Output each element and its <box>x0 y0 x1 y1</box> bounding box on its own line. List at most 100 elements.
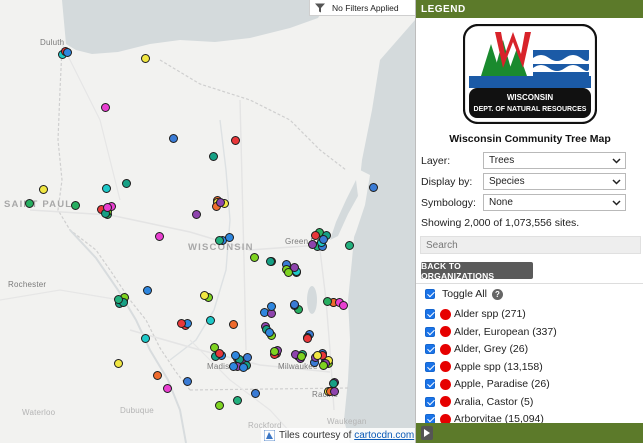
map-label-duluth: Duluth <box>40 38 65 47</box>
tree-site-marker[interactable] <box>62 47 72 57</box>
tree-site-marker[interactable] <box>141 333 151 343</box>
map-label-waukegan: Waukegan <box>327 417 367 426</box>
species-checkbox[interactable] <box>425 396 435 407</box>
layer-select-value: Trees <box>489 155 515 166</box>
tree-site-marker[interactable] <box>182 376 192 386</box>
tree-site-marker[interactable] <box>153 370 163 380</box>
filter-status-text: No Filters Applied <box>332 2 399 13</box>
display-by-label: Display by: <box>421 175 473 188</box>
species-checkbox[interactable] <box>425 309 435 319</box>
help-icon[interactable]: ? <box>491 288 503 300</box>
tree-site-marker[interactable] <box>140 54 150 64</box>
species-item[interactable]: Arborvitae (15,094) <box>425 413 544 423</box>
tree-site-marker[interactable] <box>269 346 279 356</box>
search-placeholder: Search <box>426 239 458 251</box>
legend-panel: LEGEND WISCONSIN DEPT. OF NATURAL RESOUR… <box>415 0 643 443</box>
legend-header: LEGEND <box>416 0 643 18</box>
species-item[interactable]: Alder, European (337) <box>425 326 557 338</box>
species-label: Aralia, Castor (5) <box>454 395 534 408</box>
tree-site-marker[interactable] <box>297 351 307 361</box>
lake-winnebago <box>307 286 317 314</box>
tree-site-marker[interactable] <box>24 199 34 209</box>
species-list[interactable]: Toggle All ? Alder spp (271) Alder, Europ… <box>416 283 643 423</box>
tree-site-marker[interactable] <box>225 232 235 242</box>
play-icon <box>424 429 430 437</box>
map-label-dubuque: Dubuque <box>120 406 154 415</box>
species-color-swatch <box>440 343 451 355</box>
attribution-link[interactable]: cartocdn.com <box>354 430 414 441</box>
species-color-swatch <box>440 378 451 390</box>
lake-superior <box>62 0 330 54</box>
layer-select[interactable]: Trees <box>483 152 626 169</box>
species-checkbox[interactable] <box>425 361 435 372</box>
toggle-all-checkbox[interactable] <box>425 289 435 299</box>
logo-text-line1: WISCONSIN <box>507 93 553 102</box>
toggle-all-label: Toggle All <box>442 288 487 300</box>
species-item[interactable]: Apple, Paradise (26) <box>425 378 550 390</box>
species-color-swatch <box>440 326 451 337</box>
symbology-select[interactable]: None <box>483 194 626 211</box>
tree-site-marker[interactable] <box>70 200 80 210</box>
basemap <box>0 0 415 443</box>
tree-site-marker[interactable] <box>215 400 225 410</box>
species-item[interactable]: Alder spp (271) <box>425 308 526 320</box>
tree-site-marker[interactable] <box>312 351 322 361</box>
species-checkbox[interactable] <box>425 344 435 354</box>
symbology-row: Symbology: None <box>421 194 626 211</box>
tree-site-marker[interactable] <box>302 333 312 343</box>
symbology-label: Symbology: <box>421 196 476 209</box>
symbology-select-value: None <box>489 197 513 208</box>
chevron-down-icon <box>612 157 621 164</box>
species-color-swatch <box>440 308 451 320</box>
species-item[interactable]: Aralia, Castor (5) <box>425 396 533 408</box>
species-label: Arborvitae (15,094) <box>454 413 544 423</box>
tree-site-marker[interactable] <box>122 178 132 188</box>
filter-status-bar[interactable]: No Filters Applied <box>309 0 415 16</box>
attribution-prefix: Tiles courtesy of <box>279 430 352 441</box>
tree-site-marker[interactable] <box>101 184 111 194</box>
species-label: Apple spp (13,158) <box>454 360 543 373</box>
chevron-down-icon <box>612 199 621 206</box>
map-title: Wisconsin Community Tree Map <box>449 133 611 145</box>
tree-site-marker[interactable] <box>215 197 225 207</box>
tree-site-marker[interactable] <box>318 360 328 370</box>
showing-count: Showing 2,000 of 1,073,556 sites. <box>421 217 580 229</box>
back-to-organizations-button[interactable]: BACK TO ORGANIZATIONS <box>421 261 533 281</box>
species-item[interactable]: Apple spp (13,158) <box>425 361 543 373</box>
display-by-select[interactable]: Species <box>483 173 626 190</box>
display-by-select-value: Species <box>489 176 525 187</box>
species-color-swatch <box>440 361 451 372</box>
layer-label: Layer: <box>421 154 451 167</box>
species-label: Alder, Grey (26) <box>454 343 529 355</box>
species-label: Apple, Paradise (26) <box>454 378 550 390</box>
map-attribution: Tiles courtesy of cartocdn.com <box>261 428 415 443</box>
map-label-waterloo: Waterloo <box>22 408 56 417</box>
dnr-logo: WISCONSIN DEPT. OF NATURAL RESOURCES <box>462 23 598 125</box>
species-checkbox[interactable] <box>425 326 435 337</box>
tree-site-marker[interactable] <box>154 231 164 241</box>
state-border-wi-mi <box>159 59 347 171</box>
species-checkbox[interactable] <box>425 414 435 423</box>
tree-site-marker[interactable] <box>266 256 276 266</box>
tree-site-marker[interactable] <box>200 290 210 300</box>
toggle-all[interactable]: Toggle All ? <box>425 288 503 300</box>
search-input[interactable]: Search <box>420 236 641 254</box>
species-item[interactable]: Alder, Grey (26) <box>425 343 528 355</box>
species-label: Alder, European (337) <box>454 325 557 338</box>
tree-site-marker[interactable] <box>264 327 274 337</box>
species-color-swatch <box>440 396 451 407</box>
species-checkbox[interactable] <box>425 379 435 389</box>
tree-site-marker[interactable] <box>230 135 240 145</box>
legend-footer <box>416 423 643 443</box>
tree-site-marker[interactable] <box>329 386 339 396</box>
tree-site-marker[interactable] <box>338 300 348 310</box>
tree-site-marker[interactable] <box>176 318 186 328</box>
tree-site-marker[interactable] <box>267 301 277 311</box>
state-border-wi-mn <box>57 47 191 391</box>
map-label-saint-paul: SAINT PAUL <box>4 199 73 210</box>
species-label: Alder spp (271) <box>454 308 526 320</box>
collapse-button[interactable] <box>421 426 433 440</box>
map-label-rochester: Rochester <box>8 280 47 289</box>
layer-row: Layer: Trees <box>421 152 626 169</box>
map-view[interactable]: Duluth SAINT PAUL WISCONSIN Green Bay Ro… <box>0 0 415 443</box>
